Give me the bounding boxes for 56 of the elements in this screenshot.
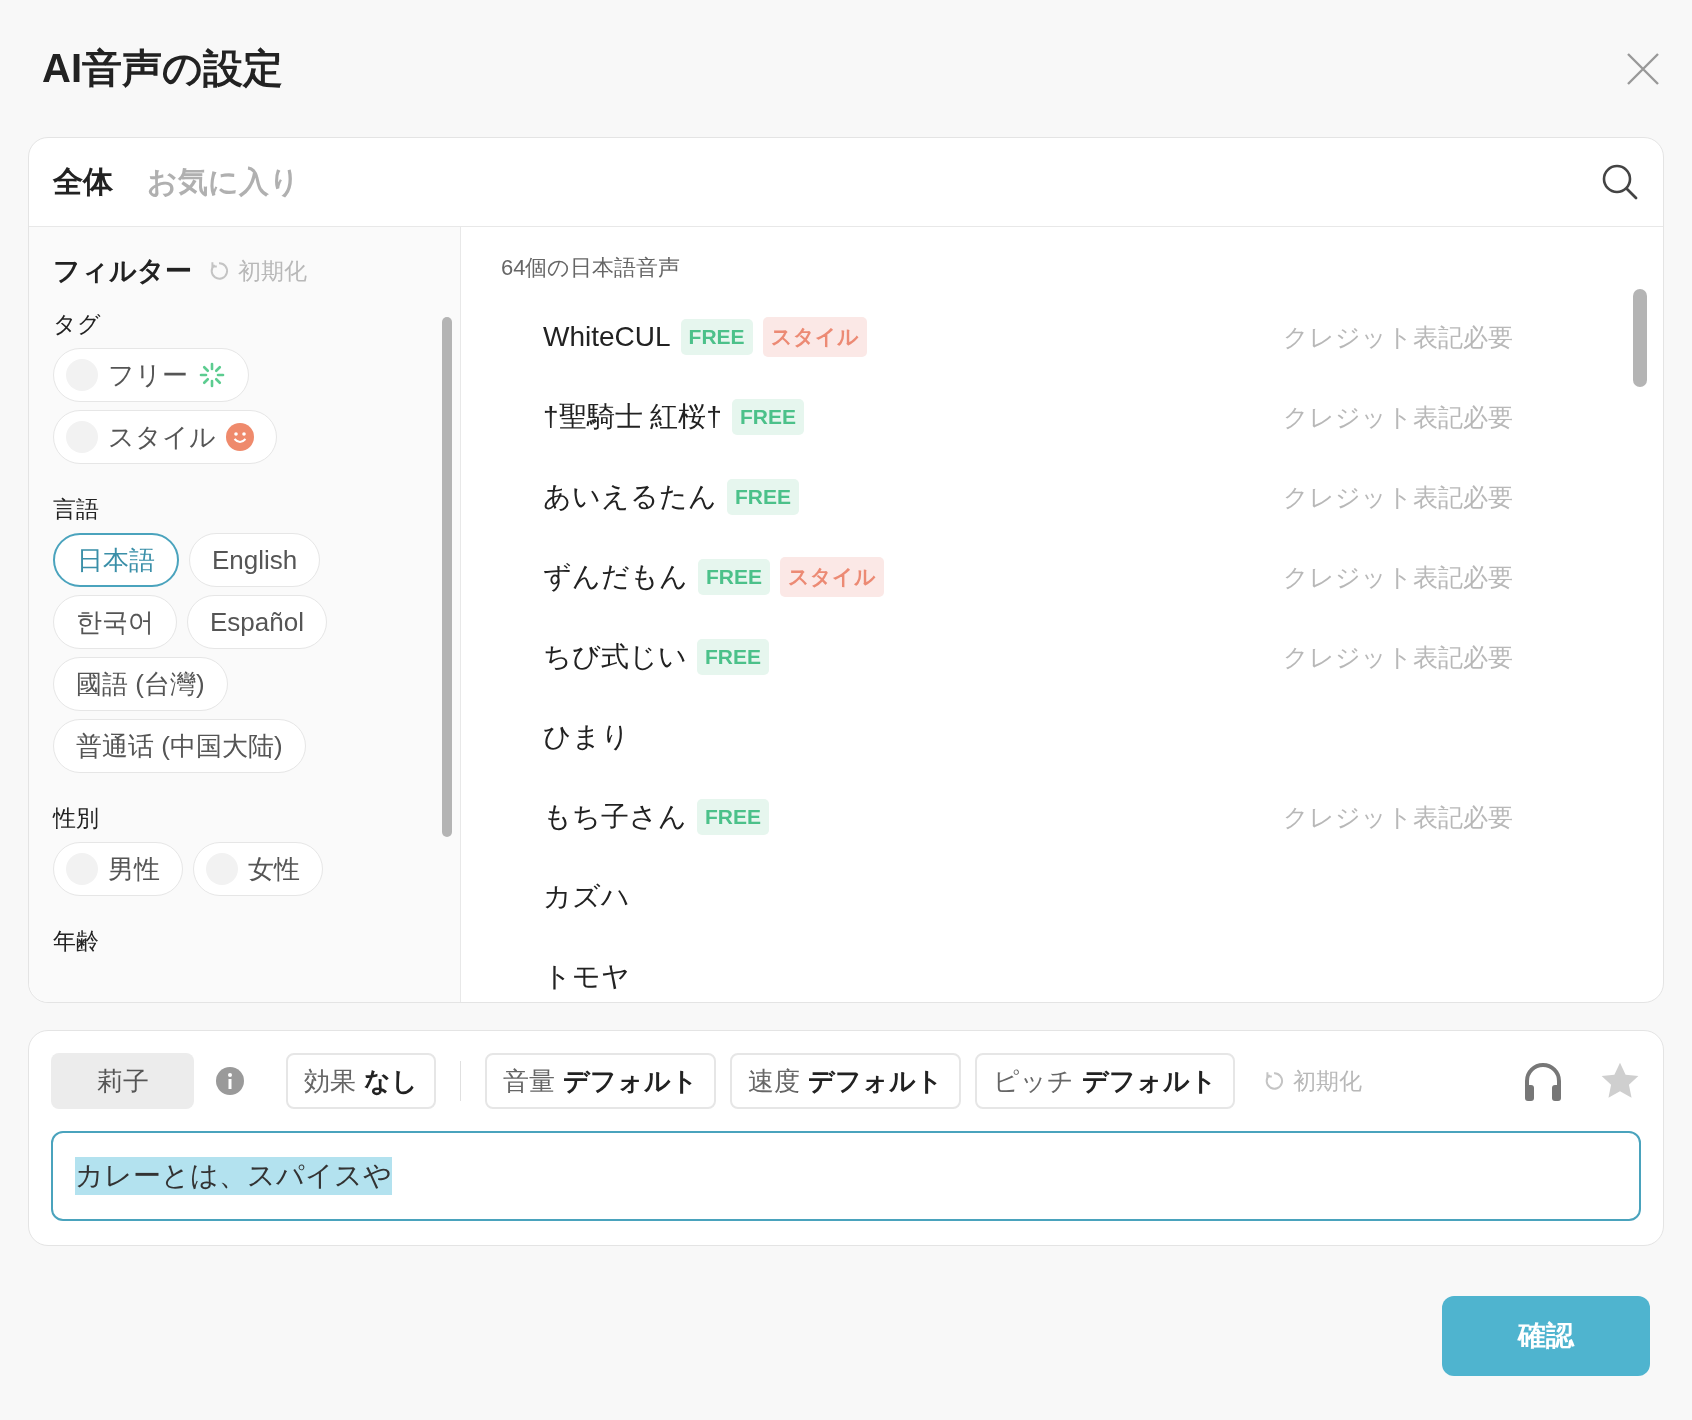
reset-icon (1263, 1070, 1285, 1092)
language-chip[interactable]: 한국어 (53, 595, 177, 649)
voice-name[interactable]: ちび式じい (543, 638, 687, 676)
tab[interactable]: 全体 (53, 161, 113, 203)
voice-name[interactable]: あいえるたん (543, 478, 717, 516)
style-badge: スタイル (762, 317, 867, 357)
voice-name[interactable]: カズハ (543, 878, 630, 916)
sparkle-icon (198, 361, 226, 389)
voice-name[interactable]: †聖騎士 紅桜† (543, 398, 722, 436)
free-badge: FREE (698, 559, 770, 595)
voice-name[interactable]: ずんだもん (543, 558, 688, 596)
parameter-button[interactable]: ピッチ デフォルト (975, 1053, 1235, 1109)
filter-chip[interactable]: 女性 (193, 842, 323, 896)
filter-title: フィルター (53, 255, 192, 288)
language-chip[interactable]: 國語 (台灣) (53, 657, 228, 711)
voice-name[interactable]: トモヤ (543, 958, 630, 996)
free-badge: FREE (727, 479, 799, 515)
credit-note: クレジット表記必要 (1283, 481, 1513, 513)
close-icon[interactable] (1626, 51, 1660, 86)
reset-icon (208, 260, 230, 282)
effect-button[interactable]: 効果 なし (286, 1053, 436, 1109)
voice-name[interactable]: WhiteCUL (543, 321, 671, 353)
parameter-button[interactable]: 音量 デフォルト (485, 1053, 716, 1109)
scrollbar[interactable] (1633, 289, 1647, 387)
scrollbar[interactable] (442, 317, 452, 837)
free-badge: FREE (680, 319, 753, 355)
free-badge: FREE (731, 399, 804, 435)
voice-count: 64個の日本語音声 (501, 254, 682, 282)
style-badge: スタイル (780, 557, 884, 597)
credit-note: クレジット表記必要 (1283, 801, 1513, 833)
filter-chip[interactable]: スタイル (53, 410, 277, 464)
voice-chip[interactable]: 莉子 (51, 1053, 194, 1109)
filter-chip[interactable]: 男性 (53, 842, 183, 896)
credit-note: クレジット表記必要 (1283, 321, 1513, 353)
credit-note: クレジット表記必要 (1283, 561, 1513, 593)
info-icon[interactable] (216, 1067, 244, 1095)
credit-note: クレジット表記必要 (1283, 641, 1513, 673)
language-chip[interactable]: English (189, 533, 321, 587)
free-badge: FREE (697, 799, 769, 835)
text-input-field[interactable]: カレーとは、スパイスや (51, 1131, 1641, 1221)
language-chip[interactable]: 日本語 (53, 533, 179, 587)
search-icon[interactable] (1601, 163, 1639, 201)
filter-group-label: 年齢 (53, 927, 100, 956)
language-chip[interactable]: 普通话 (中国大陆) (53, 719, 306, 773)
filter-group-label: 性別 (53, 804, 100, 833)
filter-group-label: タグ (53, 310, 102, 339)
filter-group-label: 言語 (53, 495, 100, 524)
free-badge: FREE (697, 639, 769, 675)
language-chip[interactable]: Español (187, 595, 327, 649)
credit-note: クレジット表記必要 (1283, 401, 1513, 433)
smiley-icon (226, 423, 254, 451)
dialog-title: AI音声の設定 (42, 45, 283, 92)
voice-name[interactable]: もち子さん (543, 798, 687, 836)
voice-name[interactable]: ひまり (543, 718, 630, 756)
filter-chip[interactable]: フリー (53, 348, 249, 402)
parameter-button[interactable]: 速度 デフォルト (730, 1053, 961, 1109)
